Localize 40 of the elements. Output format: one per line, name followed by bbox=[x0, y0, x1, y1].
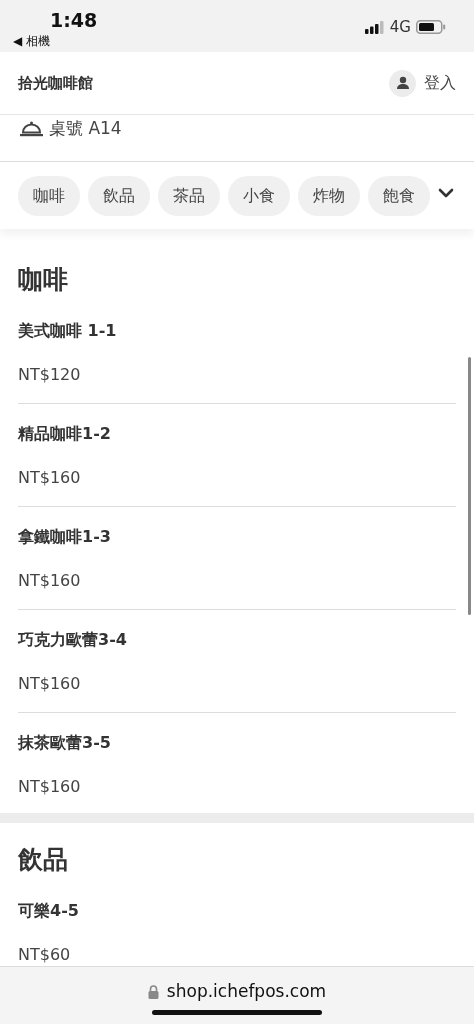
menu-item[interactable]: 精品咖啡1-2 NT$160 bbox=[18, 404, 456, 507]
item-price: NT$160 bbox=[18, 468, 82, 488]
menu-item[interactable]: 抹茶歐蕾3-5 NT$160 bbox=[18, 713, 456, 813]
chevron-down-icon[interactable] bbox=[438, 188, 454, 198]
item-price: NT$160 bbox=[18, 777, 82, 797]
url-text[interactable]: shop.ichefpos.com bbox=[166, 979, 327, 1005]
section-heading: 咖啡 bbox=[18, 264, 69, 295]
scrollbar[interactable] bbox=[468, 357, 471, 615]
user-icon[interactable] bbox=[389, 69, 416, 97]
section-heading: 飲品 bbox=[18, 844, 69, 875]
item-price: NT$60 bbox=[18, 945, 72, 965]
category-tab[interactable]: 飲品 bbox=[88, 176, 150, 216]
serving-dish-icon bbox=[20, 120, 43, 137]
menu-item[interactable]: 巧克力歐蕾3-4 NT$160 bbox=[18, 610, 456, 713]
network-label: 4G bbox=[389, 17, 411, 38]
item-name: 可樂4-5 bbox=[18, 900, 80, 922]
item-price: NT$160 bbox=[18, 674, 82, 694]
item-name: 拿鐵咖啡1-3 bbox=[18, 526, 112, 548]
menu-item[interactable]: 美式咖啡 1-1 NT$120 bbox=[18, 301, 456, 404]
item-price: NT$160 bbox=[18, 571, 82, 591]
shop-name: 拾光咖啡館 bbox=[18, 72, 93, 94]
category-tab[interactable]: 炸物 bbox=[298, 176, 360, 216]
category-tab[interactable]: 飽食 bbox=[368, 176, 430, 216]
back-to-app-link[interactable]: ◀ 相機 bbox=[13, 32, 51, 50]
login-link[interactable]: 登入 bbox=[424, 71, 456, 95]
menu-item[interactable]: 可樂4-5 NT$60 bbox=[18, 881, 456, 966]
item-name: 巧克力歐蕾3-4 bbox=[18, 629, 128, 651]
item-name: 精品咖啡1-2 bbox=[18, 423, 112, 445]
lock-icon bbox=[147, 984, 159, 999]
table-number: 桌號 A14 bbox=[49, 117, 122, 140]
category-tab[interactable]: 小食 bbox=[228, 176, 290, 216]
battery-icon bbox=[416, 20, 446, 35]
signal-icon bbox=[364, 20, 385, 34]
item-name: 美式咖啡 1-1 bbox=[18, 320, 118, 342]
status-time: 1:48 bbox=[50, 8, 98, 33]
category-tab[interactable]: 茶品 bbox=[158, 176, 220, 216]
item-price: NT$120 bbox=[18, 365, 82, 385]
item-name: 抹茶歐蕾3-5 bbox=[18, 732, 112, 754]
category-tab[interactable]: 咖啡 bbox=[18, 176, 80, 216]
menu-item[interactable]: 拿鐵咖啡1-3 NT$160 bbox=[18, 507, 456, 610]
